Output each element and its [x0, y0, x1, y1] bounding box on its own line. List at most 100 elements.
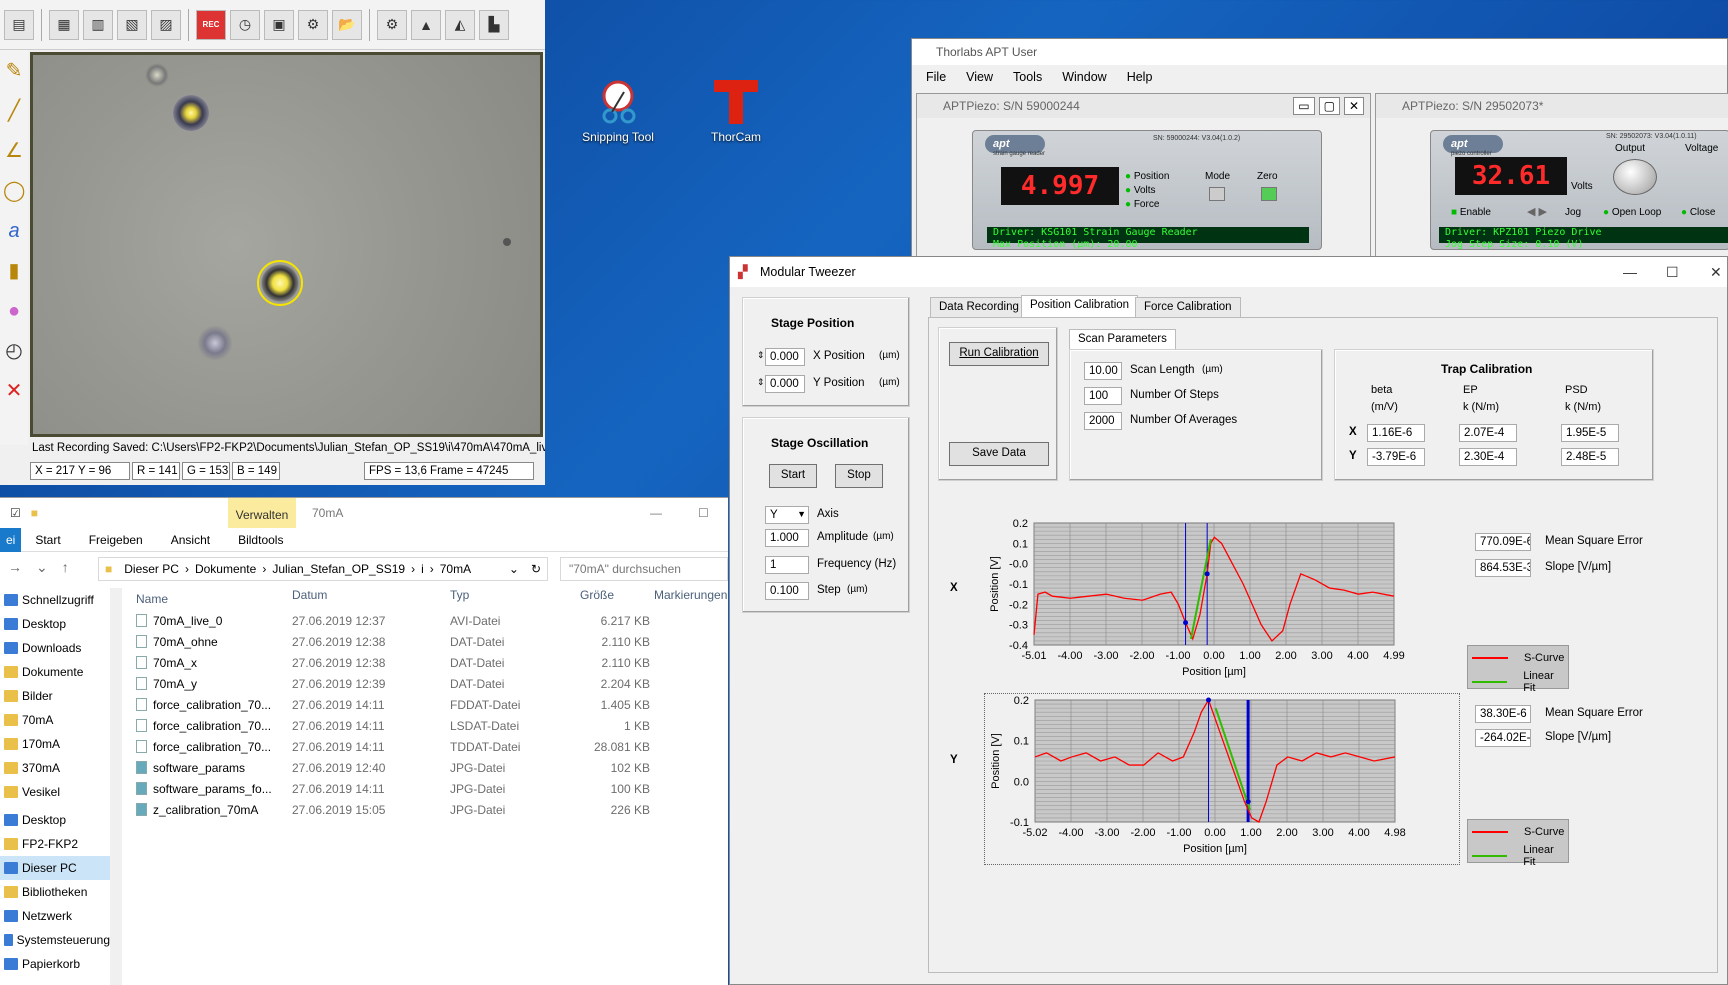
pencil-icon[interactable]: ✎: [3, 56, 25, 86]
ribbon-tab-imagetools[interactable]: Bildtools: [224, 533, 297, 547]
nav-folder[interactable]: 370mA: [0, 756, 110, 780]
film-config-icon[interactable]: ▨: [151, 9, 181, 40]
open-folder-icon[interactable]: 📂: [332, 9, 362, 40]
settings-gear-icon[interactable]: ⚙: [377, 9, 407, 40]
color-chart-icon[interactable]: ▙: [479, 9, 509, 40]
ribbon-tab-share[interactable]: Freigeben: [75, 533, 157, 547]
save-data-button[interactable]: Save Data: [949, 442, 1049, 466]
nav-folder[interactable]: 170mA: [0, 732, 110, 756]
breadcrumb-item[interactable]: Dokumente: [189, 562, 262, 576]
tab-scan-parameters[interactable]: Scan Parameters: [1069, 329, 1176, 351]
nav-recycle-bin[interactable]: Papierkorb: [0, 952, 110, 976]
trapped-bead[interactable]: [257, 260, 303, 306]
mode-button[interactable]: [1209, 187, 1225, 201]
line-icon[interactable]: ╱: [3, 96, 25, 126]
record-button[interactable]: REC: [196, 9, 226, 40]
minimize-icon[interactable]: —: [1623, 257, 1637, 287]
nav-folder[interactable]: Vesikel: [0, 780, 110, 804]
save-icon[interactable]: ▣: [264, 9, 294, 40]
nav-pictures[interactable]: Bilder: [0, 684, 110, 708]
nav-network[interactable]: Netzwerk: [0, 904, 110, 928]
thorcam-shortcut[interactable]: ThorCam: [691, 78, 781, 144]
menu-help[interactable]: Help: [1127, 70, 1153, 84]
dropdown-chevron-icon[interactable]: ⌄: [503, 562, 525, 576]
film-grey-icon[interactable]: ▧: [117, 9, 147, 40]
file-row[interactable]: 70mA_ohne 27.06.2019 12:38 DAT-Datei 2.110 …: [132, 631, 728, 652]
minimize-icon[interactable]: —: [650, 506, 662, 520]
column-tags[interactable]: Markierungen: [654, 588, 728, 610]
color-wheel-icon[interactable]: ●: [3, 296, 25, 326]
nav-scrollbar[interactable]: [110, 588, 122, 985]
breadcrumb-item[interactable]: Julian_Stefan_OP_SS19: [266, 562, 411, 576]
breadcrumb-item[interactable]: i: [415, 562, 430, 576]
nav-control-panel[interactable]: Systemsteuerung: [0, 928, 110, 952]
address-bar[interactable]: ■ Dieser PC › Dokumente › Julian_Stefan_OP…: [98, 557, 548, 581]
nav-folder[interactable]: 70mA: [0, 708, 110, 732]
maximize-icon[interactable]: ☐: [1666, 257, 1679, 287]
file-row[interactable]: software_params_fo... 27.06.2019 14:11 JPG…: [132, 778, 728, 799]
nav-libraries[interactable]: Bibliotheken: [0, 880, 110, 904]
film-icon[interactable]: ▦: [49, 9, 79, 40]
menu-tools[interactable]: Tools: [1013, 70, 1042, 84]
zero-button[interactable]: [1261, 187, 1277, 201]
save-settings-icon[interactable]: ⚙: [298, 9, 328, 40]
close-icon[interactable]: ✕: [1710, 257, 1722, 287]
jog-arrows-icon[interactable]: ◀ ▶: [1527, 205, 1547, 218]
camera-image[interactable]: [30, 52, 543, 437]
run-calibration-button[interactable]: Run Calibration: [949, 342, 1049, 366]
quick-access-icon[interactable]: ☑: [10, 506, 21, 520]
nav-desktop[interactable]: Desktop: [0, 612, 110, 636]
breadcrumb-item[interactable]: 70mA: [434, 562, 477, 576]
tab-force-calibration[interactable]: Force Calibration: [1135, 297, 1241, 317]
back-icon[interactable]: →: [8, 559, 22, 576]
stop-button[interactable]: Stop: [835, 464, 883, 488]
file-row[interactable]: force_calibration_70... 27.06.2019 14:11 L…: [132, 715, 728, 736]
verwalten-tab[interactable]: Verwalten: [228, 498, 296, 528]
film-strip-icon[interactable]: ▥: [83, 9, 113, 40]
circle-tool-icon[interactable]: ◯: [3, 176, 25, 206]
x-position-input[interactable]: 0.000: [765, 348, 805, 366]
file-row[interactable]: force_calibration_70... 27.06.2019 14:11 T…: [132, 736, 728, 757]
column-name[interactable]: Name: [132, 588, 292, 610]
minimize-icon[interactable]: ▭: [1293, 97, 1315, 115]
axis-select[interactable]: Y ▼: [765, 506, 809, 524]
ribbon-tab-view[interactable]: Ansicht: [157, 533, 224, 547]
histogram-icon[interactable]: ▲: [411, 9, 441, 40]
layout-icon[interactable]: ▤: [4, 9, 34, 40]
tab-data-recording[interactable]: Data Recording: [930, 297, 1028, 317]
nav-quick-access[interactable]: Schnellzugriff: [0, 588, 110, 612]
step-input[interactable]: 0.100: [765, 582, 809, 600]
x-calibration-chart[interactable]: -5.01 -4.00 -3.00 -2.00 -1.00 0.00 1.00 2.00 3.0…: [984, 517, 1460, 689]
y-spinner-icon[interactable]: ⇕: [757, 377, 765, 388]
stopwatch-icon[interactable]: ◴: [3, 336, 25, 366]
ruler-icon[interactable]: ▮: [3, 256, 25, 286]
menu-file[interactable]: File: [926, 70, 946, 84]
maximize-icon[interactable]: ☐: [698, 506, 709, 520]
menu-view[interactable]: View: [966, 70, 993, 84]
nav-documents[interactable]: Dokumente: [0, 660, 110, 684]
image-profile-icon[interactable]: ◭: [445, 9, 475, 40]
amplitude-input[interactable]: 1.000: [765, 529, 809, 547]
tab-position-calibration[interactable]: Position Calibration: [1021, 295, 1139, 317]
search-input[interactable]: "70mA" durchsuchen: [560, 557, 728, 581]
nav-user[interactable]: FP2-FKP2: [0, 832, 110, 856]
start-button[interactable]: Start: [769, 464, 817, 488]
up-icon[interactable]: ↑: [62, 559, 69, 576]
y-calibration-chart[interactable]: -5.02 -4.00 -3.00 -2.00 -1.00 0.00 1.00 2.00 3.0…: [985, 694, 1459, 864]
file-row[interactable]: 70mA_x 27.06.2019 12:38 DAT-Datei 2.110 KB: [132, 652, 728, 673]
averages-input[interactable]: 2000: [1084, 412, 1122, 430]
delete-icon[interactable]: ✕: [3, 376, 25, 406]
file-row[interactable]: force_calibration_70... 27.06.2019 14:11 F…: [132, 694, 728, 715]
file-row[interactable]: 70mA_live_0 27.06.2019 12:37 AVI-Datei 6.21…: [132, 610, 728, 631]
history-chevron-icon[interactable]: ⌄: [36, 559, 48, 576]
nav-this-pc[interactable]: Dieser PC: [0, 856, 110, 880]
nav-downloads[interactable]: Downloads: [0, 636, 110, 660]
close-icon[interactable]: ✕: [1343, 97, 1364, 115]
scan-length-input[interactable]: 10.00: [1084, 362, 1122, 380]
menu-window[interactable]: Window: [1062, 70, 1106, 84]
x-spinner-icon[interactable]: ⇕: [757, 350, 765, 361]
file-row[interactable]: software_params 27.06.2019 12:40 JPG-Datei…: [132, 757, 728, 778]
breadcrumb-item[interactable]: Dieser PC: [118, 562, 185, 576]
nav-desktop-root[interactable]: Desktop: [0, 808, 110, 832]
snipping-tool-shortcut[interactable]: Snipping Tool: [573, 78, 663, 144]
